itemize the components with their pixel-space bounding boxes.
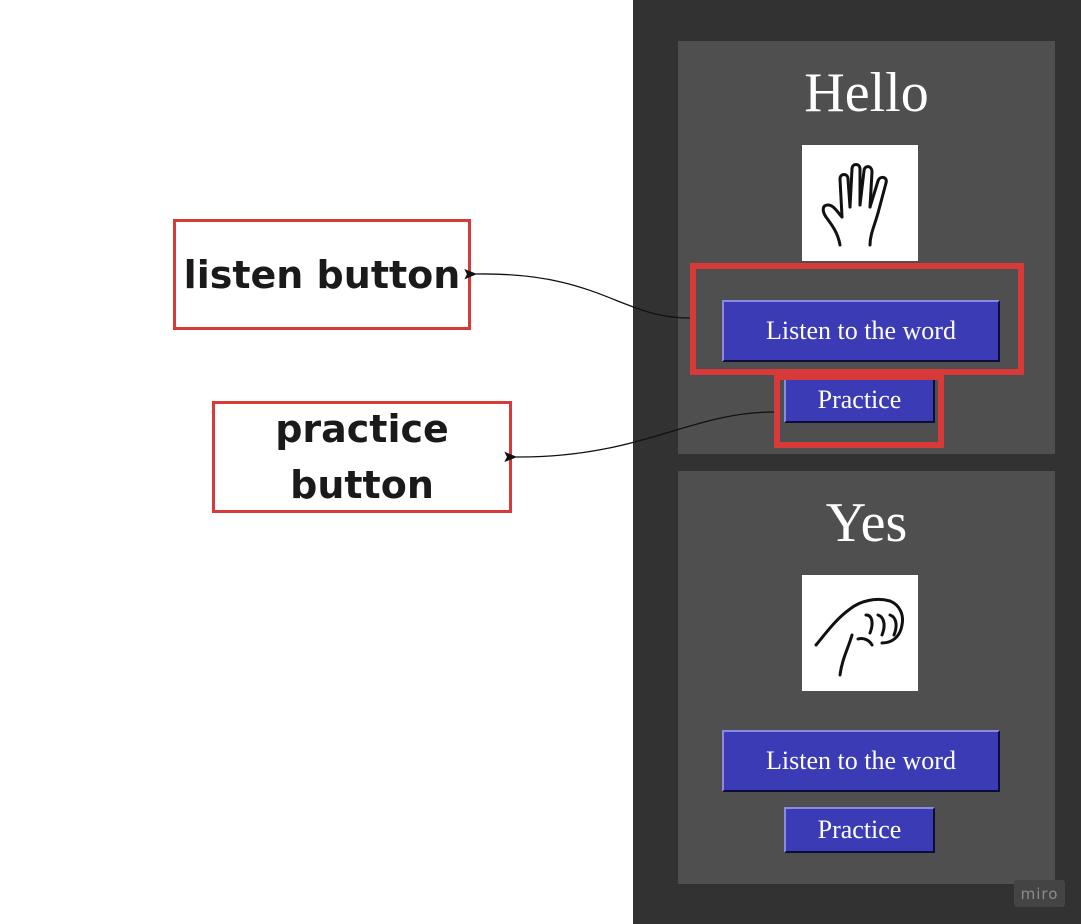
word-title: Yes bbox=[825, 492, 908, 554]
listen-button-callout: listen button bbox=[173, 219, 471, 330]
word-card-hello: Hello Listen to the word Practice bbox=[678, 41, 1055, 454]
practice-button[interactable]: Practice bbox=[784, 807, 935, 853]
practice-button-label: Practice bbox=[817, 385, 902, 414]
practice-button[interactable]: Practice bbox=[784, 377, 935, 423]
listen-button-label: Listen to the word bbox=[766, 746, 956, 775]
practice-callout-label: practice button bbox=[275, 407, 449, 507]
open-hand-sign-icon bbox=[802, 145, 918, 261]
miro-watermark: miro bbox=[1014, 880, 1065, 907]
listen-callout-label: listen button bbox=[183, 252, 461, 297]
word-card-yes: Yes Listen to the word Practice bbox=[678, 471, 1055, 884]
practice-button-callout: practice button bbox=[212, 401, 512, 513]
practice-button-label: Practice bbox=[817, 815, 902, 844]
app-panel: Hello Listen to the word Practice Yes Li… bbox=[633, 0, 1081, 924]
word-title: Hello bbox=[804, 62, 929, 124]
canvas: listen button practice button Hello List… bbox=[0, 0, 1081, 924]
fist-sign-icon bbox=[802, 575, 918, 691]
listen-button[interactable]: Listen to the word bbox=[722, 300, 1000, 362]
listen-button[interactable]: Listen to the word bbox=[722, 730, 1000, 792]
listen-button-label: Listen to the word bbox=[766, 316, 956, 345]
